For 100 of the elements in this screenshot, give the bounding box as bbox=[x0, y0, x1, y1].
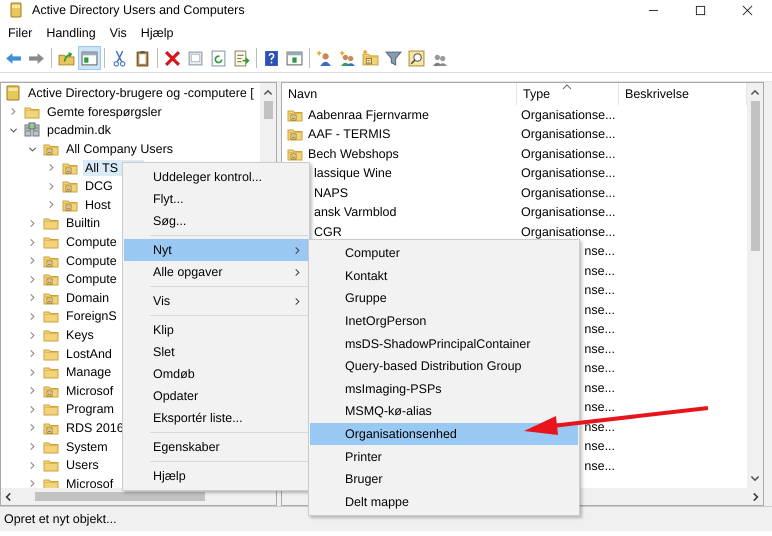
maximize-icon[interactable] bbox=[695, 4, 706, 16]
menu-item[interactable]: Slet bbox=[124, 341, 308, 363]
clipboard-icon bbox=[134, 50, 151, 66]
chevron-right-icon[interactable] bbox=[47, 163, 56, 172]
column-header[interactable]: Beskrivelse bbox=[625, 87, 689, 101]
tree-item[interactable]: Compute bbox=[64, 271, 119, 288]
chevron-right-icon[interactable] bbox=[28, 423, 37, 432]
chevron-right-icon[interactable] bbox=[28, 293, 37, 302]
menu-item[interactable]: Vis bbox=[124, 290, 308, 312]
tree-item[interactable]: Gemte forespørgsler bbox=[45, 104, 164, 120]
column-header[interactable]: Type bbox=[523, 87, 550, 101]
scrollbar[interactable] bbox=[747, 83, 763, 488]
close-icon[interactable] bbox=[742, 4, 753, 16]
tree-item[interactable]: pcadmin.dk bbox=[45, 122, 113, 138]
chevron-right-icon[interactable] bbox=[47, 182, 56, 191]
chevron-down-icon[interactable] bbox=[9, 126, 18, 135]
chevron-right-icon[interactable] bbox=[28, 442, 37, 452]
table-cell: AAF - TERMIS bbox=[308, 127, 390, 142]
scrollbar-thumb[interactable] bbox=[264, 101, 272, 119]
tree-item[interactable]: System bbox=[64, 438, 110, 455]
chevron-down-icon[interactable] bbox=[28, 144, 37, 154]
table-cell: nse... bbox=[584, 342, 615, 356]
tree-item[interactable]: Microsof bbox=[64, 476, 116, 488]
chevron-right-icon[interactable] bbox=[28, 256, 37, 266]
menu-item[interactable]: Computer bbox=[310, 242, 578, 265]
chevron-right-icon[interactable] bbox=[47, 200, 56, 210]
scrollbar-thumb[interactable] bbox=[750, 101, 760, 251]
chevron-right-icon[interactable] bbox=[28, 238, 37, 247]
tree-item[interactable]: LostAnd bbox=[64, 346, 114, 362]
tree-item[interactable]: Microsof bbox=[64, 382, 116, 399]
menu-item[interactable]: Søg... bbox=[124, 210, 308, 232]
chevron-right-icon bbox=[293, 246, 302, 254]
menu-item[interactable]: InetOrgPerson bbox=[310, 310, 578, 332]
menu-item[interactable]: Flyt... bbox=[124, 188, 308, 210]
users-icon bbox=[339, 50, 356, 66]
table-cell: nse... bbox=[584, 322, 615, 336]
menu-item[interactable]: MSMQ-kø-alias bbox=[310, 400, 578, 423]
menu-item[interactable]: msDS-ShadowPrincipalContainer bbox=[310, 332, 578, 355]
menu-item[interactable]: Nyt bbox=[124, 239, 308, 261]
chevron-right-icon[interactable] bbox=[9, 107, 18, 116]
chevron-right-icon[interactable] bbox=[28, 330, 37, 340]
toolbar-button[interactable] bbox=[78, 46, 101, 70]
menu-item[interactable]: Handling bbox=[39, 24, 103, 40]
tree-item[interactable]: Compute bbox=[64, 252, 119, 269]
scrollbar[interactable] bbox=[1, 488, 276, 505]
menu-item[interactable]: Opdater bbox=[124, 385, 308, 407]
table-cell: nse... bbox=[584, 283, 615, 298]
servers-icon bbox=[24, 122, 40, 138]
tree-item[interactable]: DCG bbox=[83, 178, 115, 194]
menu-item[interactable]: msImaging-PSPs bbox=[310, 378, 578, 400]
tree-item[interactable]: Users bbox=[64, 457, 101, 474]
window-title: Active Directory Users and Computers bbox=[32, 3, 245, 17]
menu-item[interactable]: Filer bbox=[1, 24, 40, 40]
menu-item[interactable]: Hjælp bbox=[124, 465, 308, 487]
chevron-right-icon[interactable] bbox=[28, 386, 37, 396]
chevron-right-icon[interactable] bbox=[28, 479, 37, 488]
chevron-right-icon[interactable] bbox=[28, 274, 37, 284]
tree-item[interactable]: ForeignS bbox=[64, 308, 119, 324]
menu-item[interactable]: Query-based Distribution Group bbox=[310, 354, 578, 378]
chevron-right-icon[interactable] bbox=[28, 404, 37, 414]
table-cell: nse... bbox=[584, 420, 615, 434]
menu-item[interactable]: Omdøb bbox=[124, 363, 308, 385]
chevron-right-icon[interactable] bbox=[28, 218, 37, 228]
tree-item[interactable]: All Company Users bbox=[64, 141, 175, 158]
menu-item[interactable]: Gruppe bbox=[310, 287, 578, 310]
table-cell: nse... bbox=[584, 458, 615, 473]
table-cell: nse... bbox=[584, 264, 615, 278]
chevron-right-icon[interactable] bbox=[28, 460, 37, 470]
tree-item[interactable]: Program bbox=[64, 401, 116, 418]
menu-item[interactable]: Organisationsenhed bbox=[310, 422, 578, 446]
menu-item[interactable]: Eksportér liste... bbox=[124, 407, 308, 429]
tree-item[interactable]: Keys bbox=[64, 327, 96, 344]
chevron-right-icon bbox=[293, 268, 302, 276]
menu-item[interactable]: Alle opgaver bbox=[124, 261, 308, 283]
delete-icon bbox=[164, 50, 181, 66]
menu-item[interactable]: Bruger bbox=[310, 468, 578, 491]
chevron-right-icon[interactable] bbox=[28, 349, 37, 358]
menu-item[interactable]: Delt mappe bbox=[310, 490, 578, 514]
column-header[interactable]: Navn bbox=[288, 87, 318, 101]
menu-item[interactable]: Egenskaber bbox=[124, 436, 308, 458]
book-icon bbox=[8, 2, 24, 18]
menu-item[interactable]: Vis bbox=[102, 24, 134, 40]
filter-icon bbox=[385, 50, 402, 66]
menu-item[interactable]: Klip bbox=[124, 319, 308, 341]
tree-item[interactable]: Manage bbox=[64, 364, 114, 380]
menu-item[interactable]: Hjælp bbox=[134, 24, 180, 40]
chevron-right-icon[interactable] bbox=[28, 368, 37, 377]
tree-item[interactable]: Domain bbox=[64, 290, 112, 306]
tree-item[interactable]: Builtin bbox=[64, 215, 102, 232]
table-cell: nse... bbox=[584, 400, 615, 414]
table-cell: lassique Wine bbox=[314, 166, 392, 180]
panel-icon bbox=[286, 50, 303, 66]
chevron-right-icon[interactable] bbox=[28, 312, 37, 321]
status-text: Opret et nyt objekt... bbox=[4, 512, 117, 526]
menu-item[interactable]: Printer bbox=[310, 445, 578, 468]
tree-item[interactable]: Active Directory-brugere og -computere [ bbox=[26, 85, 256, 102]
menu-item[interactable]: Kontakt bbox=[310, 264, 578, 288]
scrollbar-thumb[interactable] bbox=[35, 492, 205, 501]
tree-item[interactable]: Host bbox=[83, 196, 113, 213]
tree-item[interactable]: Compute bbox=[64, 234, 119, 250]
